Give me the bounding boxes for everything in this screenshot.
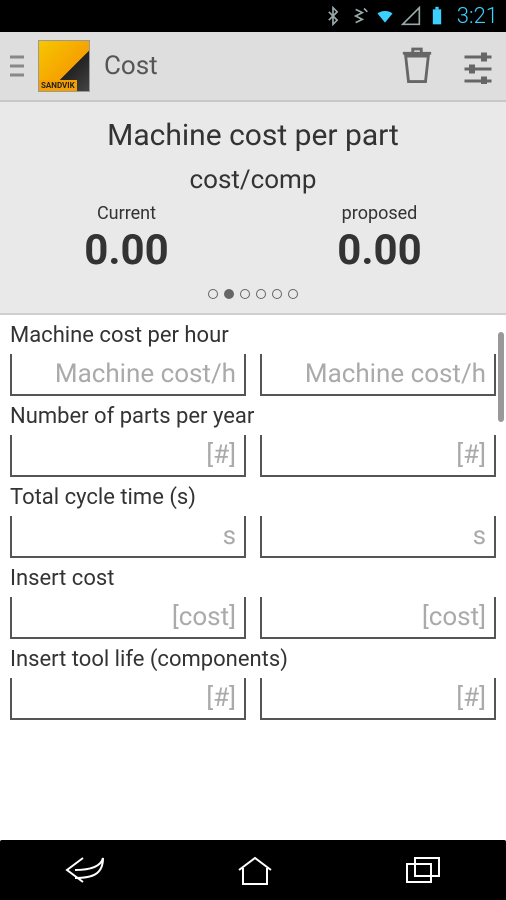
summary-proposed-label: proposed (253, 203, 506, 224)
summary-title: Machine cost per part (0, 118, 506, 153)
page-title: Cost (104, 51, 374, 81)
input-proposed[interactable]: Machine cost/h (260, 354, 496, 396)
form-row: Insert cost [cost] [cost] (0, 558, 506, 639)
signal-icon (401, 6, 421, 26)
summary-proposed-col: proposed 0.00 (253, 203, 506, 275)
input-proposed[interactable]: [#] (260, 678, 496, 720)
vibrate-icon (349, 6, 369, 26)
form-row: Total cycle time (s) s s (0, 477, 506, 558)
summary-current-col: Current 0.00 (0, 203, 253, 275)
row-label: Number of parts per year (10, 404, 496, 429)
settings-sliders-icon[interactable] (460, 48, 496, 84)
battery-icon (427, 6, 447, 26)
menu-icon[interactable] (10, 45, 30, 87)
row-label: Machine cost per hour (10, 323, 496, 348)
form-row: Number of parts per year [#] [#] (0, 396, 506, 477)
page-indicator (0, 289, 506, 299)
input-current[interactable]: s (10, 516, 246, 558)
action-bar: SANDVIK Cost (0, 32, 506, 102)
input-placeholder: Machine cost/h (20, 359, 236, 389)
status-bar: 3:21 (0, 0, 506, 32)
bluetooth-icon (323, 6, 343, 26)
input-placeholder: s (270, 521, 486, 551)
recent-apps-button[interactable] (403, 854, 443, 886)
page-dot (272, 289, 282, 299)
system-navbar (0, 840, 506, 900)
app-icon[interactable]: SANDVIK (38, 40, 90, 92)
scroll-indicator[interactable] (498, 332, 504, 422)
input-current[interactable]: [#] (10, 678, 246, 720)
input-current[interactable]: [#] (10, 435, 246, 477)
input-placeholder: s (20, 521, 236, 551)
summary-subtitle: cost/comp (0, 165, 506, 195)
input-placeholder: [#] (20, 440, 236, 470)
page-dot (288, 289, 298, 299)
summary-current-label: Current (0, 203, 253, 224)
input-current[interactable]: [cost] (10, 597, 246, 639)
input-proposed[interactable]: s (260, 516, 496, 558)
summary-current-value: 0.00 (0, 226, 253, 275)
form-row: Insert tool life (components) [#] [#] (0, 639, 506, 720)
form-row: Machine cost per hour Machine cost/h Machi… (0, 315, 506, 396)
page-dot (240, 289, 250, 299)
input-placeholder: [cost] (270, 602, 486, 632)
input-placeholder: [#] (270, 440, 486, 470)
page-dot (208, 289, 218, 299)
page-dot (256, 289, 266, 299)
form: Machine cost per hour Machine cost/h Machi… (0, 315, 506, 720)
row-label: Total cycle time (s) (10, 485, 496, 510)
status-clock: 3:21 (457, 4, 498, 29)
page-dot (224, 289, 234, 299)
home-button[interactable] (233, 854, 277, 886)
brand-label: SANDVIK (39, 80, 77, 91)
input-proposed[interactable]: [#] (260, 435, 496, 477)
summary-proposed-value: 0.00 (253, 226, 506, 275)
row-label: Insert tool life (components) (10, 647, 496, 672)
summary-card[interactable]: Machine cost per part cost/comp Current … (0, 102, 506, 315)
back-button[interactable] (63, 852, 107, 888)
input-proposed[interactable]: [cost] (260, 597, 496, 639)
row-label: Insert cost (10, 566, 496, 591)
input-placeholder: Machine cost/h (270, 359, 486, 389)
delete-icon[interactable] (400, 46, 434, 86)
input-placeholder: [cost] (20, 602, 236, 632)
input-current[interactable]: Machine cost/h (10, 354, 246, 396)
input-placeholder: [#] (270, 683, 486, 713)
wifi-icon (375, 6, 395, 26)
input-placeholder: [#] (20, 683, 236, 713)
